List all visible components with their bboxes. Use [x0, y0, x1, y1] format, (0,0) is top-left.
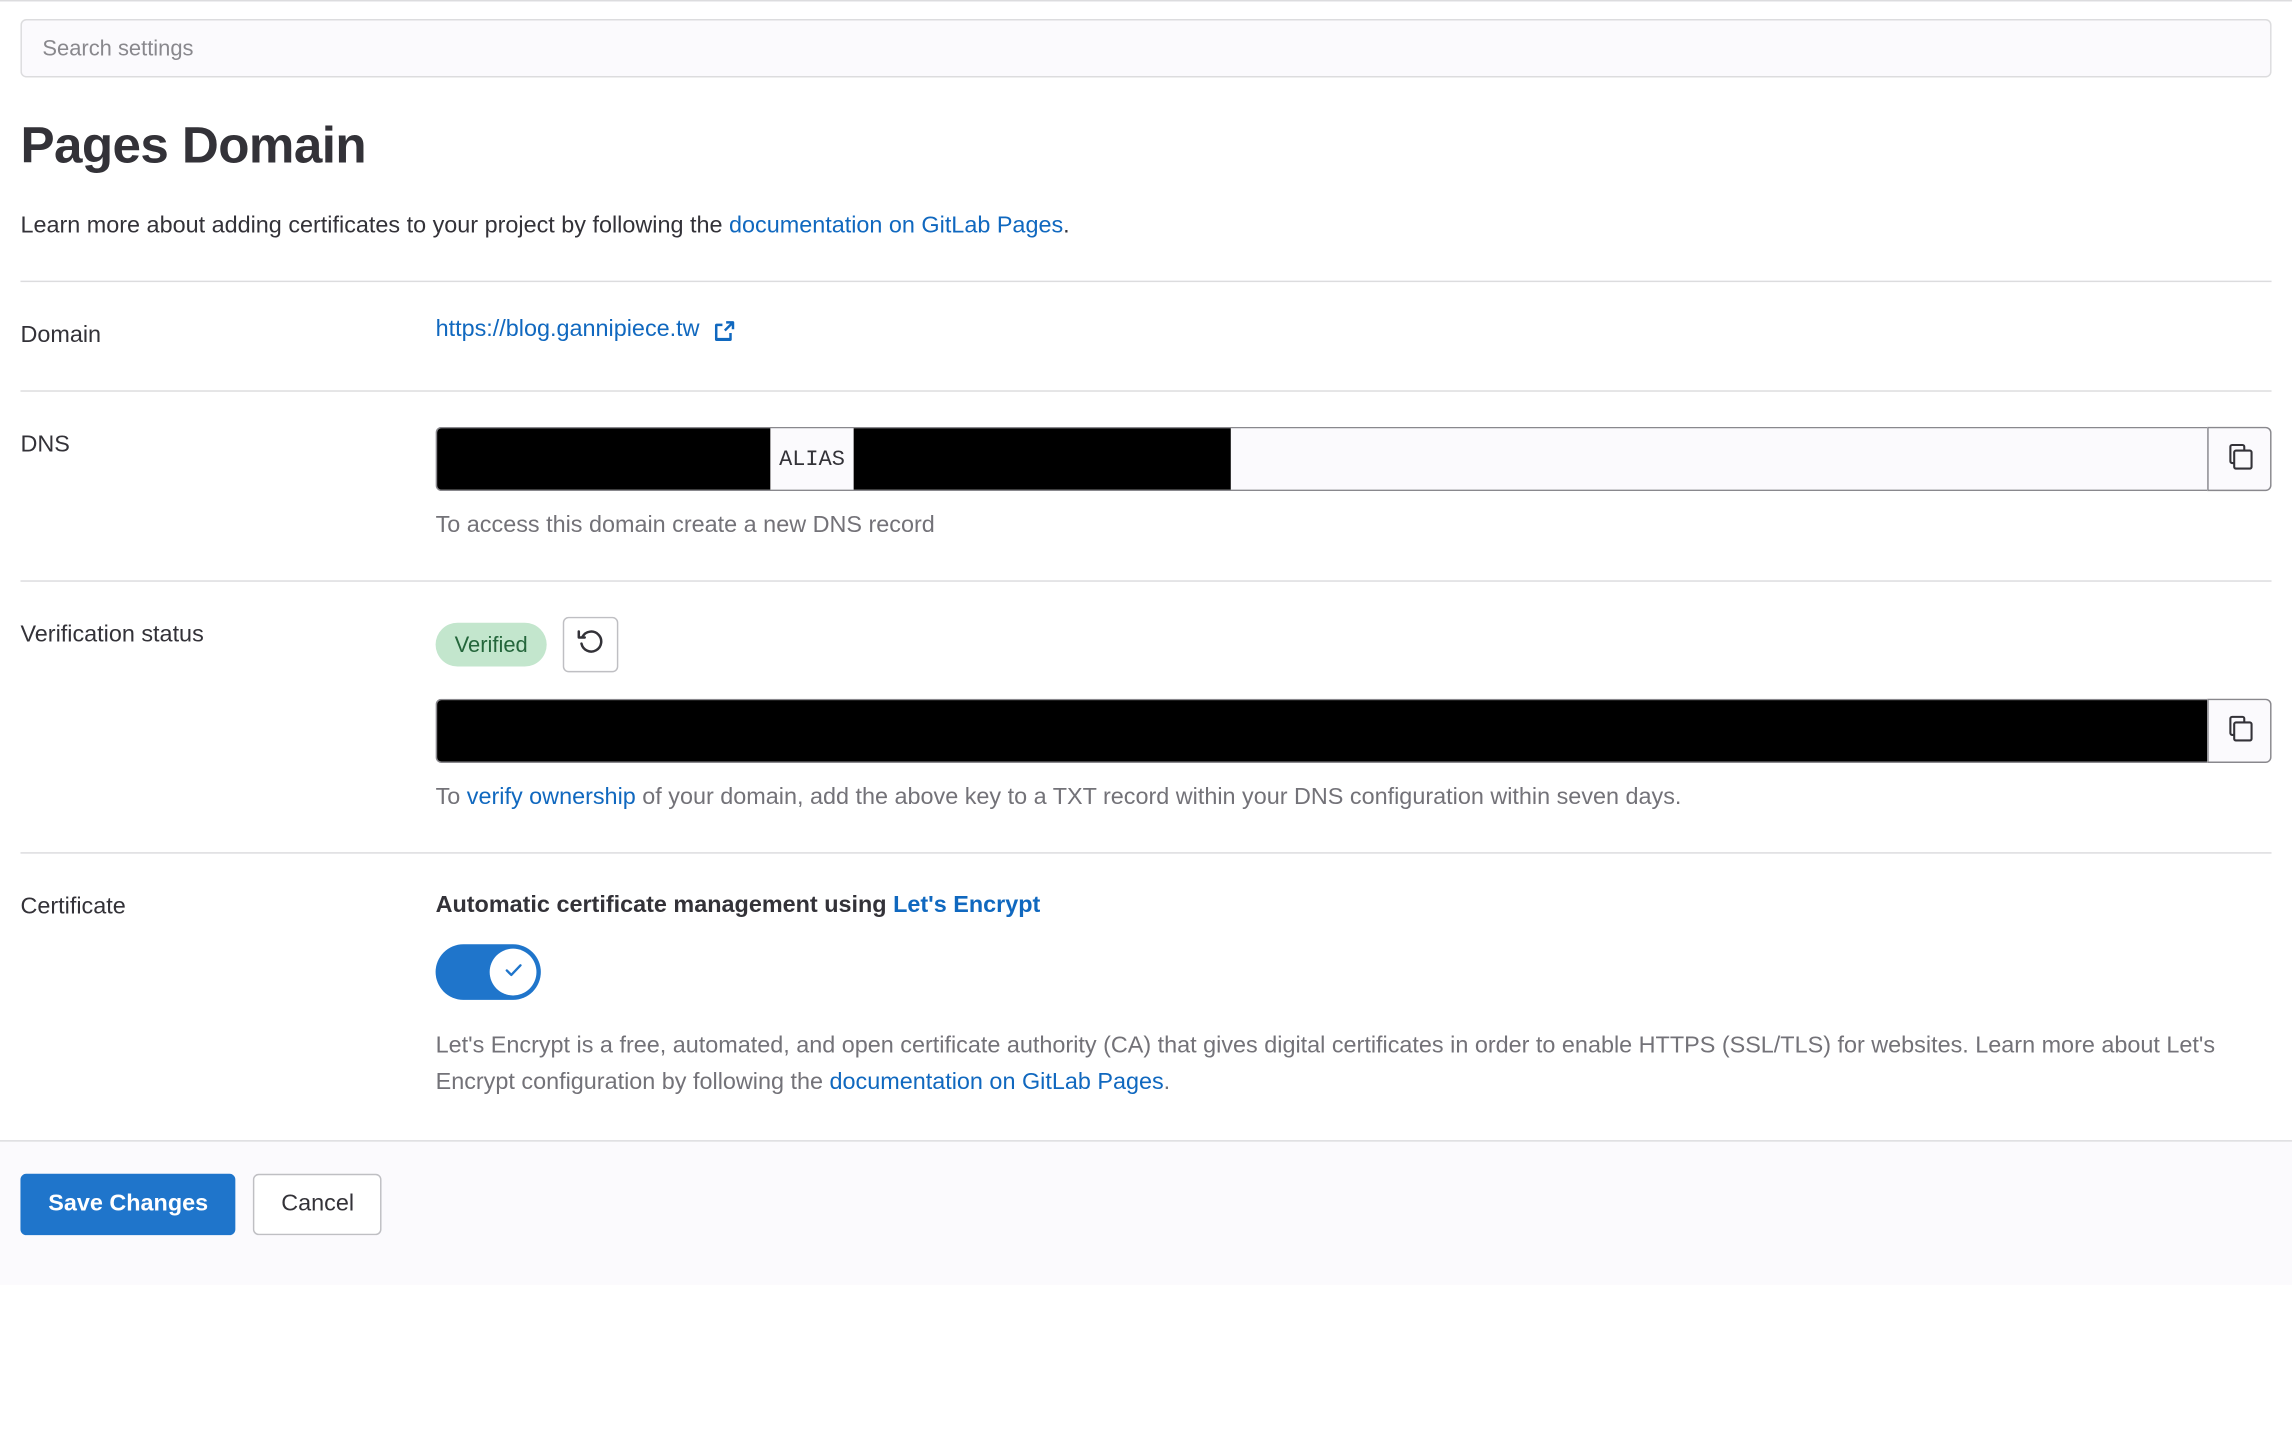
domain-url-link[interactable]: https://blog.gannipiece.tw — [436, 317, 736, 343]
documentation-link-header[interactable]: documentation on GitLab Pages — [729, 213, 1063, 238]
verification-help-text: To verify ownership of your domain, add … — [436, 781, 2272, 816]
certificate-row: Certificate Automatic certificate manage… — [20, 854, 2271, 1102]
pages-domain-settings-page: Pages Domain Learn more about adding cer… — [0, 0, 2292, 1446]
verification-help-before: To — [435, 784, 467, 810]
page-description-text-before: Learn more about adding certificates to … — [20, 213, 729, 239]
verification-status-row: Verification status Verified To verify o… — [20, 582, 2272, 816]
lets-encrypt-link[interactable]: Let's Encrypt — [893, 893, 1040, 918]
status-badge-verified: Verified — [435, 622, 547, 667]
dns-row-body: ALIAS To access this domain create a new… — [435, 426, 2272, 544]
page-title: Pages Domain — [20, 116, 367, 174]
certificate-description-before: Let's Encrypt is a free, automated, and … — [435, 1033, 2216, 1095]
copy-to-clipboard-icon — [2225, 443, 2253, 475]
dns-redacted-target — [853, 428, 1231, 490]
dns-record-input-group: ALIAS — [435, 426, 2272, 492]
certificate-description: Let's Encrypt is a free, automated, and … — [436, 1029, 2272, 1101]
domain-url-text: https://blog.gannipiece.tw — [435, 317, 700, 343]
retry-icon — [575, 627, 606, 662]
verification-redacted-key — [437, 700, 2208, 762]
verification-key-input-group — [435, 698, 2272, 764]
dns-row: DNS ALIAS To access this domain create a… — [20, 392, 2272, 544]
search-settings-container — [0, 1, 2292, 78]
domain-row: Domain https://blog.gannipiece.tw — [20, 282, 2271, 354]
cancel-button[interactable]: Cancel — [253, 1173, 382, 1235]
documentation-link-certificate[interactable]: documentation on GitLab Pages — [830, 1070, 1164, 1095]
certificate-title-before: Automatic certificate management using — [435, 893, 894, 918]
verification-key-field[interactable] — [435, 698, 2208, 764]
dns-record-type-text: ALIAS — [779, 446, 845, 472]
copy-to-clipboard-icon — [2225, 715, 2253, 747]
domain-row-label: Domain — [20, 323, 102, 348]
certificate-description-after: . — [1163, 1069, 1171, 1095]
domain-row-body: https://blog.gannipiece.tw — [436, 317, 2272, 343]
form-actions-footer: Save Changes Cancel — [0, 1139, 2292, 1285]
toggle-knob — [489, 948, 537, 996]
page-description-text-after: . — [1063, 213, 1070, 239]
dns-copy-to-clipboard-button[interactable] — [2207, 426, 2272, 492]
external-link-icon — [711, 318, 736, 343]
verification-status-row-body: Verified To verify ownership of your dom… — [435, 616, 2272, 816]
dns-record-field[interactable]: ALIAS — [435, 426, 2208, 492]
certificate-row-label: Certificate — [20, 894, 126, 920]
verification-copy-to-clipboard-button[interactable] — [2207, 698, 2272, 764]
verification-status-header: Verified — [435, 616, 2272, 673]
dns-redacted-host — [437, 428, 771, 490]
check-icon — [501, 957, 526, 986]
automatic-certificate-toggle[interactable] — [435, 944, 541, 1000]
verification-status-row-label: Verification status — [20, 622, 204, 648]
certificate-management-title: Automatic certificate management using L… — [436, 889, 2272, 924]
verify-ownership-link[interactable]: verify ownership — [467, 785, 636, 810]
page-description: Learn more about adding certificates to … — [20, 209, 2271, 244]
certificate-row-body: Automatic certificate management using L… — [435, 889, 2272, 1102]
verification-retry-button[interactable] — [562, 616, 619, 673]
verification-key-container — [435, 698, 2272, 764]
verification-help-after: of your domain, add the above key to a T… — [635, 784, 1682, 810]
dns-row-label: DNS — [20, 432, 70, 458]
dns-help-text: To access this domain create a new DNS r… — [435, 513, 935, 538]
save-changes-button[interactable]: Save Changes — [20, 1173, 236, 1235]
search-input[interactable] — [20, 19, 2272, 78]
